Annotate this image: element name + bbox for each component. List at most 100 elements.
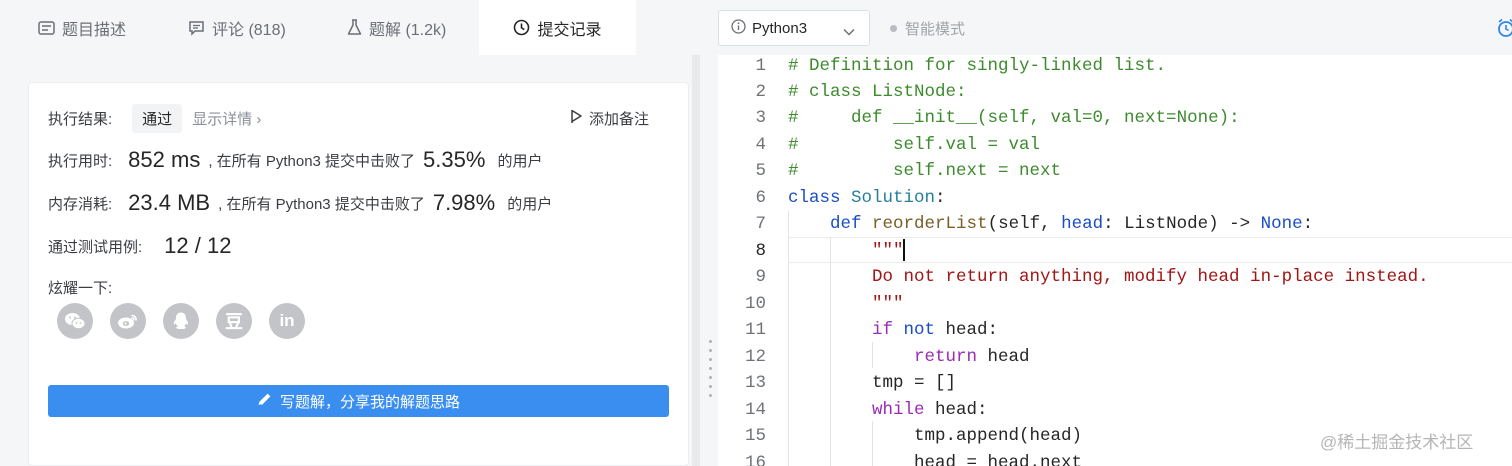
left-scrollbar[interactable] [692, 55, 700, 466]
runtime-mid-text: , 在所有 Python3 提交中击败了 [208, 152, 416, 170]
runtime-label: 执行用时: [48, 152, 113, 170]
pencil-icon [257, 392, 272, 411]
line-number: 1 [755, 56, 766, 76]
code-line: Do not return anything, modify head in-p… [872, 267, 1429, 287]
line-number: 7 [755, 214, 766, 234]
tab-solutions-label: 题解 (1.2k) [369, 21, 447, 39]
language-select[interactable]: Python3 [718, 10, 870, 46]
linkedin-icon[interactable]: in [269, 303, 305, 339]
smart-mode-toggle[interactable]: 智能模式 [890, 18, 965, 39]
info-icon [731, 18, 746, 38]
code-line: while head: [872, 400, 988, 420]
code-line: tmp.append(head) [914, 426, 1083, 446]
show-details-link[interactable]: 显示详情 › [192, 108, 261, 129]
share-icons: 豆 in [57, 303, 305, 339]
runtime-tail-text: 的用户 [497, 152, 543, 170]
line-number: 16 [744, 453, 766, 466]
code-token: Solution [851, 188, 936, 208]
douban-icon[interactable]: 豆 [216, 303, 252, 339]
app-root: 题目描述 评论 (818) 题解 (1.2k) 提交记录 执行结果: 通过 显示… [0, 0, 1512, 466]
line-number: 10 [744, 294, 766, 314]
comment-icon [188, 20, 205, 36]
weibo-icon[interactable] [110, 303, 146, 339]
code-line: # self.next = next [788, 161, 1062, 181]
tab-solutions[interactable]: 题解 (1.2k) [347, 0, 446, 55]
drag-handle-icon[interactable] [709, 340, 712, 397]
code-line: head = head.next [914, 453, 1083, 466]
tab-submissions[interactable]: 提交记录 [479, 0, 636, 55]
code-pane: Python3 智能模式 1 2 3 4 5 6 7 8 9 10 11 12 … [718, 0, 1512, 466]
text-cursor [903, 239, 905, 261]
tab-description[interactable]: 题目描述 [38, 0, 126, 55]
line-number-current: 8 [755, 241, 766, 261]
code-token: not [903, 320, 936, 340]
clock-icon [513, 19, 530, 36]
testcases-row: 通过测试用例: 12 / 12 [48, 233, 231, 259]
code-token: reorderList [872, 214, 988, 234]
wechat-icon[interactable] [57, 303, 93, 339]
linkedin-glyph: in [279, 311, 295, 330]
status-row: 执行结果: 通过 显示详情 › [48, 104, 261, 133]
line-number: 5 [755, 161, 766, 181]
line-number: 6 [755, 188, 766, 208]
indent-guide [830, 237, 831, 466]
write-solution-label: 写题解，分享我的解题思路 [279, 393, 460, 411]
memory-percentile: 7.98% [432, 190, 496, 215]
memory-value: 23.4 MB [128, 190, 211, 215]
code-token: class [788, 188, 841, 208]
line-number: 2 [755, 82, 766, 102]
douban-glyph: 豆 [225, 312, 243, 332]
code-token: while [872, 400, 925, 420]
line-number: 13 [744, 373, 766, 393]
smart-mode-dot-icon [890, 25, 897, 32]
status-label: 执行结果: [48, 111, 113, 128]
code-token: if [872, 320, 894, 340]
line-number: 9 [755, 267, 766, 287]
code-line: """ [872, 294, 904, 314]
code-line: # class ListNode: [788, 82, 967, 102]
tab-comments[interactable]: 评论 (818) [188, 0, 286, 55]
runtime-percentile: 5.35% [423, 147, 486, 172]
code-token: : ListNode) -> [1103, 214, 1261, 234]
memory-label: 内存消耗: [48, 195, 113, 213]
share-row: 炫耀一下: [48, 277, 112, 298]
smart-mode-label: 智能模式 [905, 21, 966, 38]
share-label: 炫耀一下: [48, 280, 113, 297]
code-token: def [830, 214, 862, 234]
code-token: return [914, 347, 978, 367]
code-line: # self.val = val [788, 135, 1041, 155]
code-line: def reorderList(self, head: ListNode) ->… [830, 214, 1313, 234]
chevron-down-icon [843, 23, 855, 40]
alarm-clock-icon[interactable] [1496, 18, 1512, 43]
qq-icon[interactable] [163, 303, 199, 339]
line-number: 4 [755, 135, 766, 155]
code-line: # Definition for singly-linked list. [788, 56, 1167, 76]
flask-icon [347, 19, 362, 36]
code-line: return head [914, 347, 1030, 367]
code-token: head [1061, 214, 1104, 234]
code-line: class Solution: [788, 188, 946, 208]
memory-mid-text: , 在所有 Python3 提交中击败了 [218, 195, 425, 213]
write-solution-button[interactable]: 写题解，分享我的解题思路 [48, 385, 669, 417]
code-token: head [977, 347, 1030, 367]
language-value: Python3 [752, 19, 808, 37]
runtime-row: 执行用时: 852 ms , 在所有 Python3 提交中击败了 5.35% … [48, 147, 542, 173]
testcases-label: 通过测试用例: [48, 238, 143, 256]
code-token: None [1260, 214, 1303, 234]
code-editor[interactable]: 1 2 3 4 5 6 7 8 9 10 11 12 13 14 15 16 #… [718, 55, 1512, 466]
add-note-button[interactable]: 添加备注 [570, 108, 649, 129]
code-line: # def __init__(self, val=0, next=None): [788, 108, 1240, 128]
left-pane: 题目描述 评论 (818) 题解 (1.2k) 提交记录 执行结果: 通过 显示… [0, 0, 704, 466]
watermark: @稀土掘金技术社区 [1320, 433, 1474, 452]
problem-tabs: 题目描述 评论 (818) 题解 (1.2k) 提交记录 [0, 0, 704, 55]
testcases-value: 12 / 12 [164, 233, 232, 258]
tab-comments-label: 评论 (818) [212, 21, 286, 39]
indent-guide [872, 342, 873, 368]
description-icon [38, 20, 55, 35]
code-token: (self, [987, 214, 1062, 234]
tab-description-label: 题目描述 [62, 21, 127, 39]
code-line: """ [872, 241, 904, 261]
memory-tail-text: 的用户 [507, 195, 553, 213]
line-number: 11 [744, 320, 766, 340]
indent-guide [872, 421, 873, 466]
